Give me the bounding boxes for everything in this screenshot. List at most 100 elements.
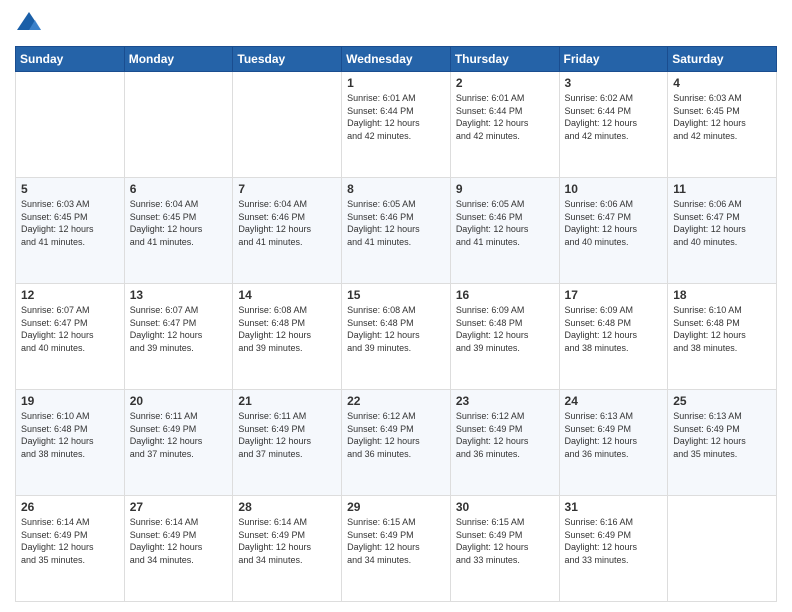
calendar-cell: 8Sunrise: 6:05 AM Sunset: 6:46 PM Daylig… [342, 178, 451, 284]
day-number: 4 [673, 76, 771, 90]
calendar-cell: 17Sunrise: 6:09 AM Sunset: 6:48 PM Dayli… [559, 284, 668, 390]
calendar-cell: 23 Sunrise: 6:12 AM Sunset: 6:49 PM Dayli… [450, 390, 559, 496]
calendar-cell: 19 Sunrise: 6:10 AM Sunset: 6:48 PM Dayli… [16, 390, 125, 496]
day-number: 30 [456, 500, 554, 514]
header [15, 10, 777, 38]
calendar-week: 19 Sunrise: 6:10 AM Sunset: 6:48 PM Dayli… [16, 390, 777, 496]
calendar-cell: 13Sunrise: 6:07 AM Sunset: 6:47 PM Dayli… [124, 284, 233, 390]
day-info: Sunrise: 6:08 AM Sunset: 6:48 PM Dayligh… [238, 304, 336, 354]
calendar-cell: 5 Sunrise: 6:03 AM Sunset: 6:45 PM Daylig… [16, 178, 125, 284]
calendar-week: 1 Sunrise: 6:01 AM Sunset: 6:44 PM Daylig… [16, 72, 777, 178]
calendar-week: 5 Sunrise: 6:03 AM Sunset: 6:45 PM Daylig… [16, 178, 777, 284]
day-info: Sunrise: 6:03 AM Sunset: 6:45 PM Dayligh… [21, 198, 119, 248]
day-number: 8 [347, 182, 445, 196]
day-number: 15 [347, 288, 445, 302]
calendar-cell: 9 Sunrise: 6:05 AM Sunset: 6:46 PM Daylig… [450, 178, 559, 284]
day-number: 29 [347, 500, 445, 514]
day-info: Sunrise: 6:09 AM Sunset: 6:48 PM Dayligh… [456, 304, 554, 354]
calendar-cell: 2 Sunrise: 6:01 AM Sunset: 6:44 PM Daylig… [450, 72, 559, 178]
calendar-body: 1 Sunrise: 6:01 AM Sunset: 6:44 PM Daylig… [16, 72, 777, 602]
calendar-cell: 18Sunrise: 6:10 AM Sunset: 6:48 PM Dayli… [668, 284, 777, 390]
day-info: Sunrise: 6:04 AM Sunset: 6:45 PM Dayligh… [130, 198, 228, 248]
calendar-cell: 28 Sunrise: 6:14 AM Sunset: 6:49 PM Dayli… [233, 496, 342, 602]
calendar-cell [233, 72, 342, 178]
calendar-cell: 7Sunrise: 6:04 AM Sunset: 6:46 PM Daylig… [233, 178, 342, 284]
day-number: 16 [456, 288, 554, 302]
calendar-cell: 31 Sunrise: 6:16 AM Sunset: 6:49 PM Dayli… [559, 496, 668, 602]
day-number: 11 [673, 182, 771, 196]
day-number: 17 [565, 288, 663, 302]
day-number: 22 [347, 394, 445, 408]
day-number: 24 [565, 394, 663, 408]
day-number: 23 [456, 394, 554, 408]
day-info: Sunrise: 6:08 AM Sunset: 6:48 PM Dayligh… [347, 304, 445, 354]
day-info: Sunrise: 6:16 AM Sunset: 6:49 PM Dayligh… [565, 516, 663, 566]
dow-header: Sunday [16, 47, 125, 72]
calendar-cell: 16 Sunrise: 6:09 AM Sunset: 6:48 PM Dayli… [450, 284, 559, 390]
day-number: 21 [238, 394, 336, 408]
calendar-cell: 29 Sunrise: 6:15 AM Sunset: 6:49 PM Dayli… [342, 496, 451, 602]
calendar-cell [16, 72, 125, 178]
calendar-cell: 24 Sunrise: 6:13 AM Sunset: 6:49 PM Dayli… [559, 390, 668, 496]
day-number: 13 [130, 288, 228, 302]
day-number: 1 [347, 76, 445, 90]
calendar-cell: 26 Sunrise: 6:14 AM Sunset: 6:49 PM Dayli… [16, 496, 125, 602]
dow-header: Tuesday [233, 47, 342, 72]
calendar-cell [124, 72, 233, 178]
day-info: Sunrise: 6:03 AM Sunset: 6:45 PM Dayligh… [673, 92, 771, 142]
calendar-cell: 25Sunrise: 6:13 AM Sunset: 6:49 PM Dayli… [668, 390, 777, 496]
day-number: 2 [456, 76, 554, 90]
day-info: Sunrise: 6:14 AM Sunset: 6:49 PM Dayligh… [21, 516, 119, 566]
calendar-cell: 11 Sunrise: 6:06 AM Sunset: 6:47 PM Dayli… [668, 178, 777, 284]
day-info: Sunrise: 6:05 AM Sunset: 6:46 PM Dayligh… [456, 198, 554, 248]
day-info: Sunrise: 6:13 AM Sunset: 6:49 PM Dayligh… [565, 410, 663, 460]
day-number: 9 [456, 182, 554, 196]
day-info: Sunrise: 6:12 AM Sunset: 6:49 PM Dayligh… [456, 410, 554, 460]
day-info: Sunrise: 6:10 AM Sunset: 6:48 PM Dayligh… [21, 410, 119, 460]
dow-header: Saturday [668, 47, 777, 72]
day-info: Sunrise: 6:07 AM Sunset: 6:47 PM Dayligh… [21, 304, 119, 354]
day-number: 31 [565, 500, 663, 514]
day-info: Sunrise: 6:14 AM Sunset: 6:49 PM Dayligh… [130, 516, 228, 566]
day-info: Sunrise: 6:15 AM Sunset: 6:49 PM Dayligh… [456, 516, 554, 566]
day-number: 6 [130, 182, 228, 196]
calendar-cell [668, 496, 777, 602]
day-number: 3 [565, 76, 663, 90]
day-info: Sunrise: 6:04 AM Sunset: 6:46 PM Dayligh… [238, 198, 336, 248]
day-info: Sunrise: 6:01 AM Sunset: 6:44 PM Dayligh… [456, 92, 554, 142]
day-info: Sunrise: 6:14 AM Sunset: 6:49 PM Dayligh… [238, 516, 336, 566]
dow-header: Wednesday [342, 47, 451, 72]
day-number: 12 [21, 288, 119, 302]
day-info: Sunrise: 6:06 AM Sunset: 6:47 PM Dayligh… [565, 198, 663, 248]
day-number: 5 [21, 182, 119, 196]
day-info: Sunrise: 6:02 AM Sunset: 6:44 PM Dayligh… [565, 92, 663, 142]
day-number: 19 [21, 394, 119, 408]
calendar-cell: 21 Sunrise: 6:11 AM Sunset: 6:49 PM Dayli… [233, 390, 342, 496]
day-number: 20 [130, 394, 228, 408]
day-info: Sunrise: 6:06 AM Sunset: 6:47 PM Dayligh… [673, 198, 771, 248]
dow-header: Thursday [450, 47, 559, 72]
calendar-week: 26 Sunrise: 6:14 AM Sunset: 6:49 PM Dayli… [16, 496, 777, 602]
calendar-cell: 4 Sunrise: 6:03 AM Sunset: 6:45 PM Daylig… [668, 72, 777, 178]
day-number: 27 [130, 500, 228, 514]
calendar-cell: 12 Sunrise: 6:07 AM Sunset: 6:47 PM Dayli… [16, 284, 125, 390]
day-number: 26 [21, 500, 119, 514]
calendar-cell: 10Sunrise: 6:06 AM Sunset: 6:47 PM Dayli… [559, 178, 668, 284]
calendar-table: SundayMondayTuesdayWednesdayThursdayFrid… [15, 46, 777, 602]
calendar-cell: 30 Sunrise: 6:15 AM Sunset: 6:49 PM Dayli… [450, 496, 559, 602]
day-info: Sunrise: 6:15 AM Sunset: 6:49 PM Dayligh… [347, 516, 445, 566]
day-of-week-row: SundayMondayTuesdayWednesdayThursdayFrid… [16, 47, 777, 72]
day-info: Sunrise: 6:11 AM Sunset: 6:49 PM Dayligh… [238, 410, 336, 460]
day-number: 28 [238, 500, 336, 514]
calendar-cell: 27 Sunrise: 6:14 AM Sunset: 6:49 PM Dayli… [124, 496, 233, 602]
calendar-cell: 15 Sunrise: 6:08 AM Sunset: 6:48 PM Dayli… [342, 284, 451, 390]
day-info: Sunrise: 6:13 AM Sunset: 6:49 PM Dayligh… [673, 410, 771, 460]
day-number: 14 [238, 288, 336, 302]
dow-header: Friday [559, 47, 668, 72]
calendar-cell: 14 Sunrise: 6:08 AM Sunset: 6:48 PM Dayli… [233, 284, 342, 390]
logo-icon [15, 10, 43, 38]
calendar-cell: 3 Sunrise: 6:02 AM Sunset: 6:44 PM Daylig… [559, 72, 668, 178]
calendar-week: 12 Sunrise: 6:07 AM Sunset: 6:47 PM Dayli… [16, 284, 777, 390]
day-info: Sunrise: 6:11 AM Sunset: 6:49 PM Dayligh… [130, 410, 228, 460]
calendar-cell: 20 Sunrise: 6:11 AM Sunset: 6:49 PM Dayli… [124, 390, 233, 496]
